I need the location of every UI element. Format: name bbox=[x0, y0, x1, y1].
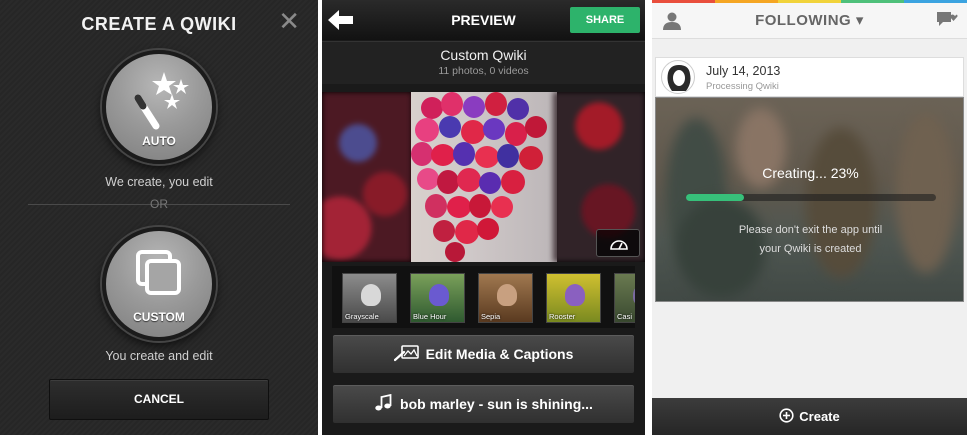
wait-message-line2: your Qwiki is created bbox=[759, 243, 862, 255]
prev-photo-blur bbox=[322, 92, 412, 262]
filter-name: Blue Hour bbox=[413, 312, 447, 321]
edit-photos-icon bbox=[393, 345, 419, 362]
filter-name: Sepia bbox=[481, 312, 501, 321]
custom-caption: You create and edit bbox=[105, 349, 213, 363]
filter-blue-hour[interactable]: Blue Hour bbox=[410, 273, 465, 323]
progress-bar bbox=[686, 194, 936, 201]
filter-name: Casi bbox=[617, 312, 633, 321]
qwiki-card-header bbox=[655, 57, 964, 97]
wait-message: Please don't exit the app until your Qwi… bbox=[656, 221, 963, 259]
filter-name: Rooster bbox=[549, 312, 576, 321]
cancel-button[interactable]: CANCEL bbox=[49, 379, 269, 420]
music-label: bob marley - sun is shining... bbox=[400, 396, 593, 412]
custom-button[interactable]: CUSTOM bbox=[102, 227, 216, 341]
qwiki-status: Processing Qwiki bbox=[706, 81, 779, 92]
filter-name: Grayscale bbox=[345, 312, 379, 321]
filter-casino[interactable]: Casi bbox=[614, 273, 635, 323]
flower-thumb bbox=[497, 284, 517, 306]
following-title[interactable]: FOLLOWING ▾ bbox=[652, 11, 967, 29]
creating-status: Creating... 23% bbox=[762, 165, 859, 181]
close-icon[interactable]: ✕ bbox=[278, 8, 300, 34]
flower-thumb bbox=[429, 284, 449, 306]
creating-overlay: Creating... 23% Please don't exit the ap… bbox=[655, 97, 964, 302]
gauge-icon bbox=[610, 240, 628, 250]
edit-media-label: Edit Media & Captions bbox=[425, 346, 574, 362]
music-button[interactable]: bob marley - sun is shining... bbox=[332, 384, 635, 424]
speed-gauge-button[interactable] bbox=[596, 229, 640, 257]
qwiki-date: July 14, 2013 bbox=[706, 64, 781, 78]
preview-panel: PREVIEW SHARE Custom Qwiki 11 photos, 0 … bbox=[322, 0, 645, 435]
following-panel: FOLLOWING ▾ July 14, 2013 Processing Qwi… bbox=[652, 0, 967, 435]
plus-circle-icon bbox=[779, 408, 794, 423]
or-text: OR bbox=[150, 197, 168, 211]
flower-thumb bbox=[565, 284, 585, 306]
qwiki-count: 11 photos, 0 videos bbox=[438, 65, 529, 77]
create-button[interactable]: Create bbox=[652, 408, 967, 424]
custom-label: CUSTOM bbox=[133, 310, 185, 324]
avatar[interactable] bbox=[661, 60, 695, 94]
music-note-icon bbox=[375, 393, 392, 411]
auto-caption: We create, you edit bbox=[105, 175, 213, 189]
filter-grayscale[interactable]: Grayscale bbox=[342, 273, 397, 323]
wait-message-line1: Please don't exit the app until bbox=[738, 224, 883, 236]
create-label: Create bbox=[799, 409, 840, 424]
balloon-photo bbox=[411, 92, 557, 262]
qwiki-name: Custom Qwiki bbox=[440, 47, 527, 63]
flower-thumb bbox=[361, 284, 381, 306]
messages-icon[interactable] bbox=[936, 10, 958, 30]
create-title: CREATE A QWIKI bbox=[81, 14, 237, 34]
filter-strip[interactable]: Grayscale Blue Hour Sepia Rooster Casi bbox=[332, 266, 635, 328]
flower-thumb bbox=[633, 284, 635, 306]
share-button[interactable]: SHARE bbox=[570, 7, 640, 33]
filter-rooster[interactable]: Rooster bbox=[546, 273, 601, 323]
auto-label: AUTO bbox=[142, 134, 176, 148]
create-qwiki-panel: CREATE A QWIKI ✕ AUTO We create, you edi… bbox=[0, 0, 318, 435]
edit-media-button[interactable]: Edit Media & Captions bbox=[332, 334, 635, 374]
auto-button[interactable]: AUTO bbox=[102, 50, 216, 164]
progress-fill bbox=[686, 194, 744, 201]
filter-sepia[interactable]: Sepia bbox=[478, 273, 533, 323]
